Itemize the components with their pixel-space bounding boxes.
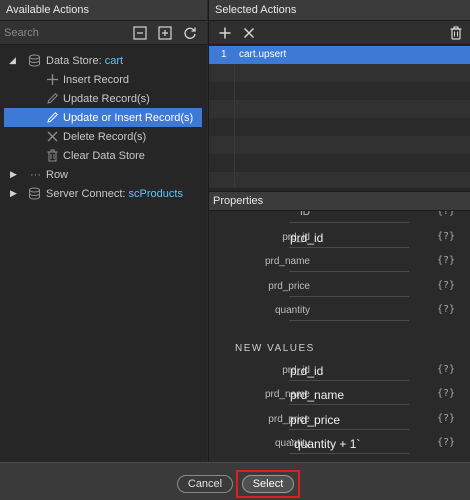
dynamic-data-picker-icon[interactable]: {?} (437, 280, 455, 291)
tree-item-label: Clear Data Store (63, 149, 145, 162)
property-input-id[interactable] (289, 211, 409, 223)
tree-item-delete-records[interactable]: Delete Record(s) (0, 127, 207, 146)
tree-item-insert-record[interactable]: Insert Record (0, 70, 207, 89)
dynamic-data-picker-icon[interactable]: {?} (437, 364, 455, 375)
tree-item-label: Server Connect: scProducts (46, 187, 183, 200)
database-icon (28, 187, 41, 200)
tree-item-label: Data Store: cart (46, 54, 124, 67)
action-name: cart.upsert (239, 49, 287, 60)
value-row-prd-name: prd_name prd_name {?} (209, 384, 470, 406)
select-button[interactable]: Select (242, 475, 294, 493)
property-row-prd-id: prd_id prd_id {?} (209, 227, 470, 249)
search-input[interactable] (4, 24, 124, 42)
property-row-quantity: quantity {?} (209, 300, 470, 322)
tree-item-label: Update Record(s) (63, 92, 150, 105)
tree-item-label: Update or Insert Record(s) (63, 111, 194, 124)
remove-icon[interactable] (242, 26, 256, 40)
tree-item-label: Delete Record(s) (63, 130, 147, 143)
value-row-prd-id: prd_id prd_id {?} (209, 360, 470, 382)
dynamic-data-picker-icon[interactable]: {?} (437, 388, 455, 399)
dialog-footer: Cancel Select (0, 462, 470, 500)
property-row-id: ID {?} (209, 211, 470, 224)
properties-body: ID {?} prd_id prd_id {?} prd_name {?} pr… (209, 211, 470, 462)
line-gutter (234, 64, 235, 188)
collapse-all-icon[interactable] (133, 26, 147, 40)
property-input-prd-name[interactable] (289, 252, 409, 272)
dynamic-data-picker-icon[interactable]: {?} (437, 304, 455, 315)
property-input-prd-id[interactable]: prd_id (289, 228, 409, 248)
ellipsis-icon: ··· (30, 168, 41, 181)
dynamic-data-picker-icon[interactable]: {?} (437, 211, 455, 217)
trash-icon[interactable] (449, 26, 463, 40)
collapsed-arrow-icon[interactable]: ▶ (10, 188, 17, 199)
expand-all-icon[interactable] (158, 26, 172, 40)
database-icon (28, 54, 41, 67)
tree-item-label: Insert Record (63, 73, 130, 86)
pencil-icon (46, 111, 59, 124)
expanded-arrow-icon[interactable]: ◢ (9, 55, 16, 66)
selected-actions-panel: Selected Actions 1 cart.upsert Propertie… (208, 0, 470, 462)
property-row-prd-name: prd_name {?} (209, 251, 470, 273)
search-bar (0, 21, 207, 45)
value-input-prd-price[interactable]: prd_price (289, 410, 409, 430)
tree-item-data-store-cart[interactable]: ◢ Data Store: cart (0, 51, 207, 70)
property-input-prd-price[interactable] (289, 277, 409, 297)
value-row-prd-price: prd_price prd_price {?} (209, 409, 470, 431)
section-title-new-values: NEW VALUES (235, 343, 315, 354)
selected-actions-toolbar (209, 21, 470, 45)
tree-item-update-records[interactable]: Update Record(s) (0, 89, 207, 108)
dynamic-data-picker-icon[interactable]: {?} (437, 255, 455, 266)
actions-list (209, 46, 470, 188)
dynamic-data-picker-icon[interactable]: {?} (437, 413, 455, 424)
add-icon[interactable] (218, 26, 232, 40)
plus-icon (46, 73, 59, 86)
tree-item-update-or-insert-records[interactable]: Update or Insert Record(s) (4, 108, 202, 127)
value-input-quantity[interactable]: `quantity + 1` (289, 434, 409, 454)
value-row-quantity: quantity `quantity + 1` {?} (209, 433, 470, 455)
x-icon (46, 130, 59, 143)
refresh-icon[interactable] (183, 26, 197, 40)
collapsed-arrow-icon[interactable]: ▶ (10, 169, 17, 180)
dynamic-data-picker-icon[interactable]: {?} (437, 231, 455, 242)
tree-item-server-connect[interactable]: ▶ Server Connect: scProducts (0, 184, 207, 203)
value-input-prd-id[interactable]: prd_id (289, 361, 409, 381)
property-input-quantity[interactable] (289, 301, 409, 321)
available-actions-title: Available Actions (0, 0, 207, 21)
property-row-prd-price: prd_price {?} (209, 276, 470, 298)
value-input-prd-name[interactable]: prd_name (289, 385, 409, 405)
selected-actions-title: Selected Actions (209, 0, 470, 21)
action-number: 1 (221, 49, 227, 60)
tree-item-label: Row (46, 168, 69, 181)
cancel-button[interactable]: Cancel (177, 475, 233, 493)
available-actions-panel: Available Actions ◢ Data Store: cart Ins… (0, 0, 207, 462)
dynamic-data-picker-icon[interactable]: {?} (437, 437, 455, 448)
tree-item-row[interactable]: ▶ ··· Row (0, 165, 207, 184)
action-row-cart-upsert[interactable]: 1 cart.upsert (209, 46, 470, 64)
tree-item-clear-data-store[interactable]: Clear Data Store (0, 146, 207, 165)
pencil-icon (46, 92, 59, 105)
properties-title: Properties (209, 191, 470, 211)
trash-icon (46, 149, 59, 162)
